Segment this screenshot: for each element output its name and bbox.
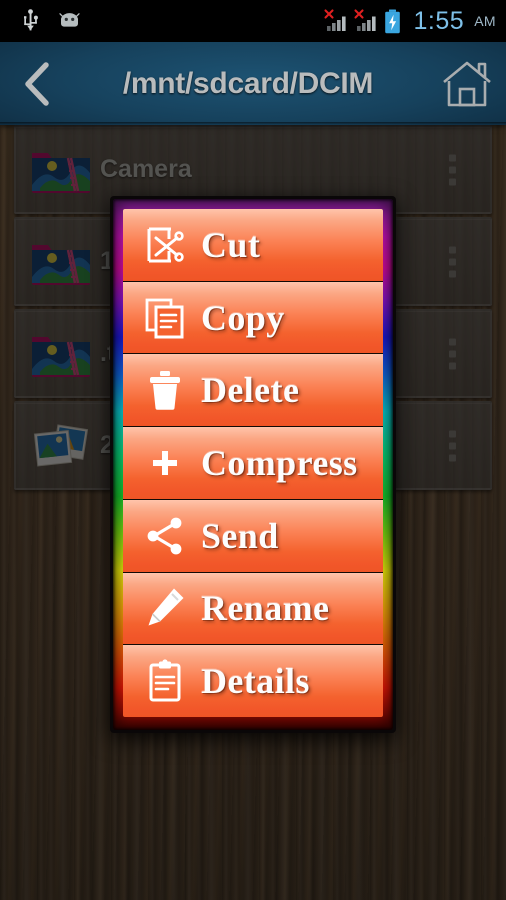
android-robot-icon <box>57 12 82 30</box>
menu-item-label: Delete <box>201 370 300 411</box>
menu-item-details[interactable]: Details <box>123 645 383 717</box>
menu-item-label: Send <box>201 515 279 556</box>
pencil-icon <box>129 586 201 630</box>
menu-item-cut[interactable]: Cut <box>123 209 383 282</box>
menu-item-rename[interactable]: Rename <box>123 572 383 646</box>
status-bar: 1:55 AM <box>0 0 506 42</box>
context-menu-dialog: Cut Copy Delete Compress Send Rename Det… <box>110 196 396 733</box>
clipboard-icon <box>129 659 201 703</box>
menu-item-label: Cut <box>201 224 261 265</box>
context-menu-list: Cut Copy Delete Compress Send Rename Det… <box>123 209 383 717</box>
status-bar-ampm: AM <box>474 13 496 29</box>
usb-icon <box>22 9 39 33</box>
signal-no-sim-2-icon <box>353 9 377 33</box>
menu-item-label: Details <box>201 661 310 702</box>
menu-item-label: Rename <box>201 588 330 629</box>
chevron-left-icon <box>25 61 49 106</box>
status-bar-clock: 1:55 <box>413 6 465 35</box>
status-bar-right-icons: 1:55 AM <box>323 6 496 36</box>
page-title: /mnt/sdcard/DCIM <box>122 66 374 100</box>
phone-screen: 1:55 AM /mnt/sdcard/DCIM Camera Cut Copy… <box>0 0 506 900</box>
share-icon <box>129 514 201 558</box>
home-icon <box>443 61 491 106</box>
back-button[interactable] <box>0 42 74 125</box>
battery-charging-icon <box>384 9 401 34</box>
compress-arrows-icon <box>129 441 201 485</box>
status-bar-left-icons <box>22 9 82 33</box>
trash-icon <box>129 368 201 412</box>
menu-item-compress[interactable]: Compress <box>123 427 383 500</box>
menu-item-label: Copy <box>201 297 285 338</box>
action-bar: /mnt/sdcard/DCIM <box>0 42 506 125</box>
home-button[interactable] <box>428 42 506 125</box>
menu-item-delete[interactable]: Delete <box>123 354 383 428</box>
menu-item-send[interactable]: Send <box>123 499 383 573</box>
menu-item-label: Compress <box>201 443 358 484</box>
cut-icon <box>129 223 201 267</box>
signal-no-sim-1-icon <box>323 9 347 33</box>
copy-icon <box>129 296 201 340</box>
menu-item-copy[interactable]: Copy <box>123 281 383 355</box>
